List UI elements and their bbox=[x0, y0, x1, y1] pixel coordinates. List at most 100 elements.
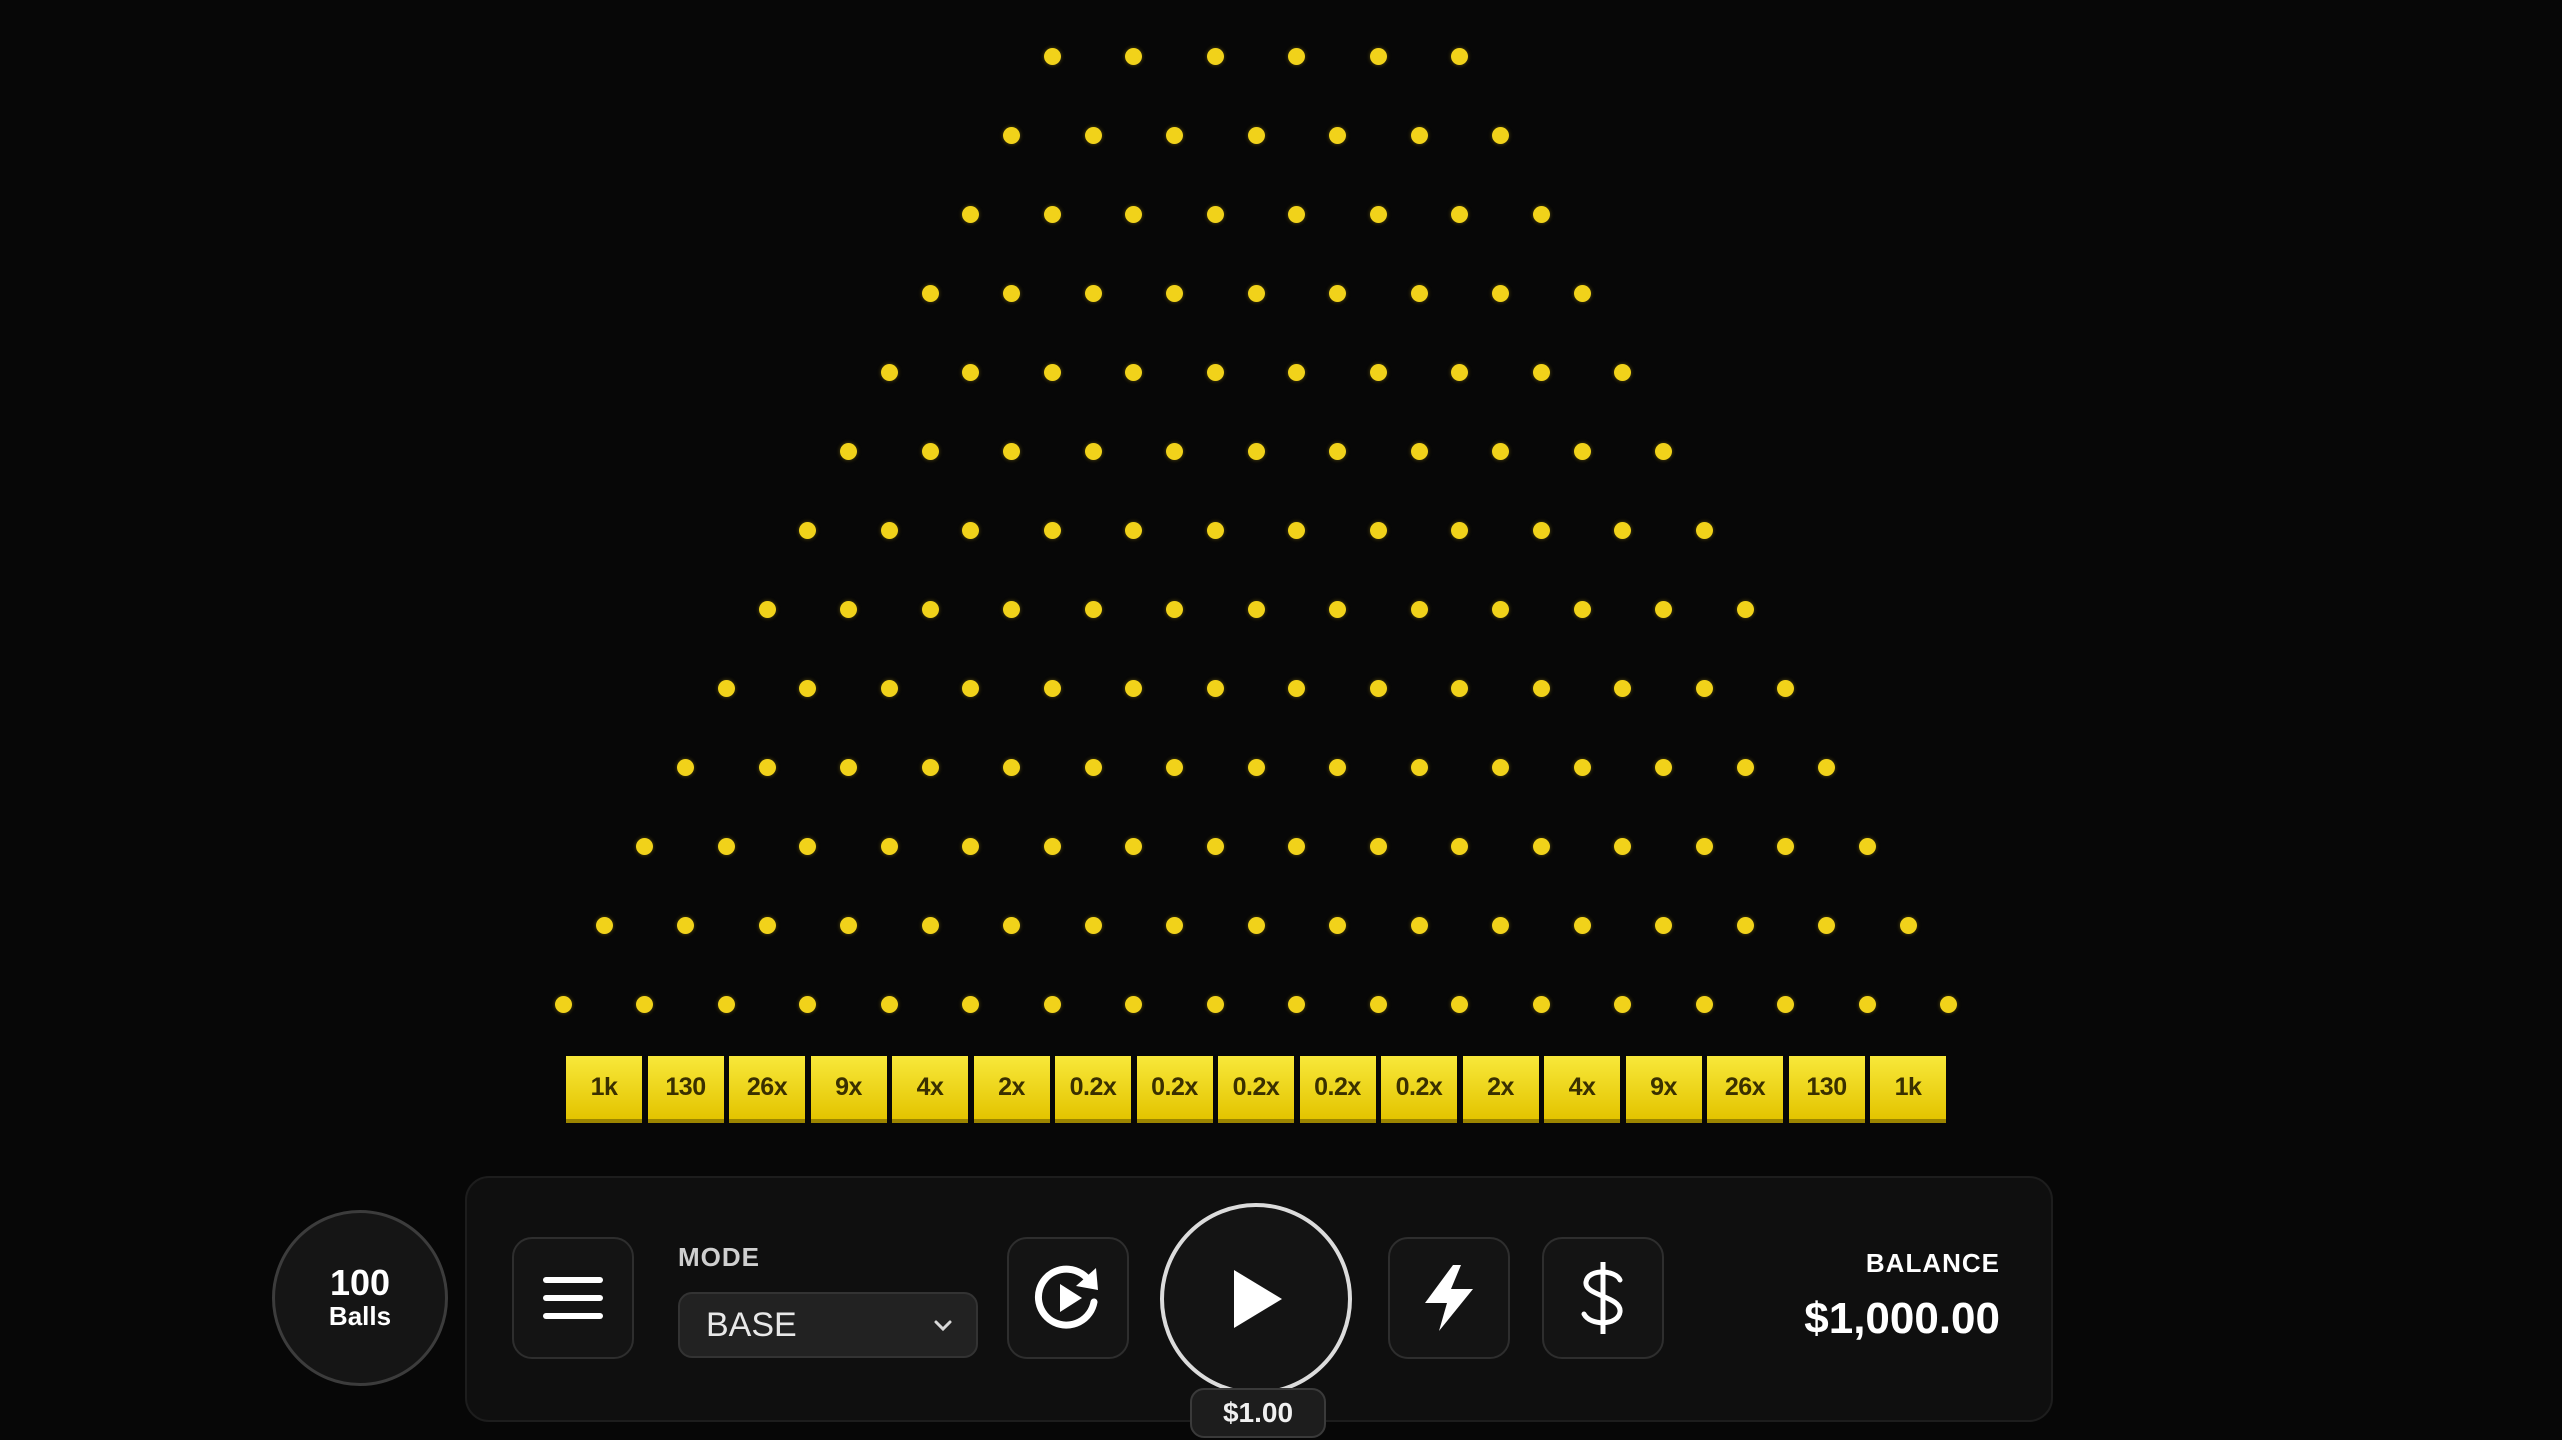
peg bbox=[1247, 284, 1265, 302]
peg bbox=[1492, 126, 1509, 144]
peg bbox=[1614, 995, 1632, 1013]
peg bbox=[921, 916, 939, 934]
peg bbox=[717, 995, 735, 1013]
peg bbox=[1410, 600, 1428, 618]
peg bbox=[1206, 837, 1224, 855]
peg bbox=[880, 679, 898, 697]
peg bbox=[1451, 521, 1469, 539]
peg bbox=[962, 205, 980, 223]
bet-amount[interactable]: $1.00 bbox=[1190, 1388, 1326, 1438]
multiplier-slot: 130 bbox=[647, 1056, 724, 1123]
peg bbox=[1084, 758, 1102, 776]
peg bbox=[717, 837, 735, 855]
peg bbox=[1288, 521, 1306, 539]
peg bbox=[962, 995, 980, 1013]
peg bbox=[1695, 679, 1713, 697]
multiplier-slot: 0.2x bbox=[1055, 1056, 1131, 1123]
peg bbox=[1410, 284, 1428, 302]
multiplier-slot: 130 bbox=[1788, 1056, 1865, 1123]
peg bbox=[1125, 205, 1143, 223]
peg bbox=[1043, 837, 1061, 855]
autoplay-button[interactable] bbox=[1007, 1237, 1129, 1359]
peg bbox=[1532, 837, 1550, 855]
peg bbox=[1777, 837, 1795, 855]
peg bbox=[1247, 442, 1265, 460]
peg bbox=[1451, 679, 1469, 697]
peg bbox=[1369, 205, 1387, 223]
peg bbox=[1288, 679, 1306, 697]
peg bbox=[1247, 126, 1265, 144]
peg bbox=[1492, 284, 1509, 302]
peg bbox=[1206, 995, 1224, 1013]
peg bbox=[1329, 600, 1346, 618]
balance-label: BALANCE bbox=[1865, 1248, 2000, 1278]
peg bbox=[1451, 47, 1469, 65]
peg bbox=[1288, 995, 1306, 1013]
peg bbox=[1247, 600, 1265, 618]
mode-select[interactable]: BASE bbox=[678, 1292, 978, 1358]
peg bbox=[840, 442, 857, 460]
peg bbox=[1369, 363, 1387, 381]
peg bbox=[677, 758, 694, 776]
balance-value: $1,000.00 bbox=[1804, 1294, 2000, 1343]
mode-label: MODE bbox=[678, 1242, 760, 1272]
peg bbox=[1492, 916, 1509, 934]
peg bbox=[1206, 363, 1224, 381]
peg bbox=[1084, 600, 1102, 618]
peg bbox=[1369, 521, 1387, 539]
peg bbox=[1410, 442, 1428, 460]
multiplier-slot: 26x bbox=[1707, 1056, 1783, 1123]
peg bbox=[1329, 916, 1346, 934]
peg bbox=[1369, 679, 1387, 697]
peg bbox=[1410, 916, 1428, 934]
peg bbox=[1125, 47, 1143, 65]
peg bbox=[799, 679, 817, 697]
multiplier-slot: 0.2x bbox=[1381, 1056, 1457, 1123]
peg bbox=[717, 679, 735, 697]
multiplier-slot: 2x bbox=[1462, 1056, 1539, 1123]
peg bbox=[1125, 363, 1143, 381]
peg bbox=[1573, 442, 1591, 460]
peg bbox=[1288, 205, 1306, 223]
peg bbox=[962, 679, 980, 697]
peg bbox=[840, 758, 857, 776]
peg bbox=[1288, 837, 1306, 855]
peg bbox=[758, 600, 776, 618]
peg bbox=[1206, 679, 1224, 697]
peg bbox=[1655, 600, 1672, 618]
peg bbox=[1532, 521, 1550, 539]
balls-count-button[interactable]: 100 Balls bbox=[272, 1210, 448, 1386]
multiplier-slot: 1k bbox=[1870, 1056, 1946, 1123]
chevron-down-icon bbox=[934, 1320, 952, 1332]
peg bbox=[1288, 47, 1306, 65]
peg bbox=[1858, 995, 1876, 1013]
peg bbox=[1899, 916, 1917, 934]
peg bbox=[677, 916, 694, 934]
peg bbox=[962, 363, 980, 381]
peg bbox=[1614, 837, 1632, 855]
peg bbox=[1003, 758, 1020, 776]
peg bbox=[1288, 363, 1306, 381]
peg bbox=[758, 916, 776, 934]
peg bbox=[1573, 600, 1591, 618]
peg bbox=[1329, 758, 1346, 776]
peg bbox=[799, 837, 817, 855]
bet-button[interactable] bbox=[1542, 1237, 1664, 1359]
peg bbox=[1532, 679, 1550, 697]
peg bbox=[1573, 758, 1591, 776]
balls-count: 100 bbox=[329, 1262, 391, 1303]
peg bbox=[1166, 600, 1183, 618]
peg bbox=[1736, 758, 1754, 776]
peg bbox=[1125, 837, 1143, 855]
peg bbox=[1084, 442, 1102, 460]
play-button[interactable] bbox=[1160, 1203, 1352, 1395]
menu-button[interactable] bbox=[512, 1237, 634, 1359]
peg bbox=[921, 442, 939, 460]
peg bbox=[1532, 205, 1550, 223]
multiplier-slot: 0.2x bbox=[1299, 1056, 1376, 1123]
turbo-button[interactable] bbox=[1388, 1237, 1510, 1359]
peg bbox=[1492, 758, 1509, 776]
peg bbox=[1206, 205, 1224, 223]
autoplay-icon bbox=[1034, 1265, 1098, 1329]
peg bbox=[1369, 837, 1387, 855]
